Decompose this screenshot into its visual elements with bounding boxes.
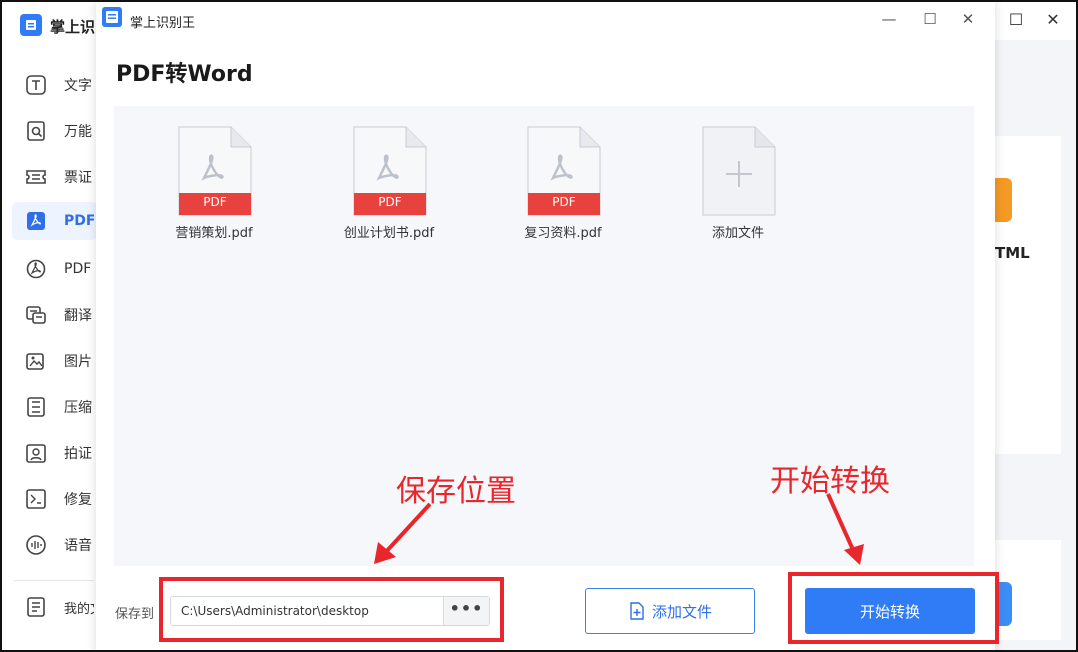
arrow-icon bbox=[826, 493, 864, 565]
annotation-arrows bbox=[374, 493, 864, 565]
screenshot-frame: 掌上识 ☐ ✕ 文字 万能 票证 PDF PDF 翻译 图片 压缩 拍证 修复 … bbox=[0, 0, 1078, 652]
arrow-icon bbox=[374, 502, 432, 564]
